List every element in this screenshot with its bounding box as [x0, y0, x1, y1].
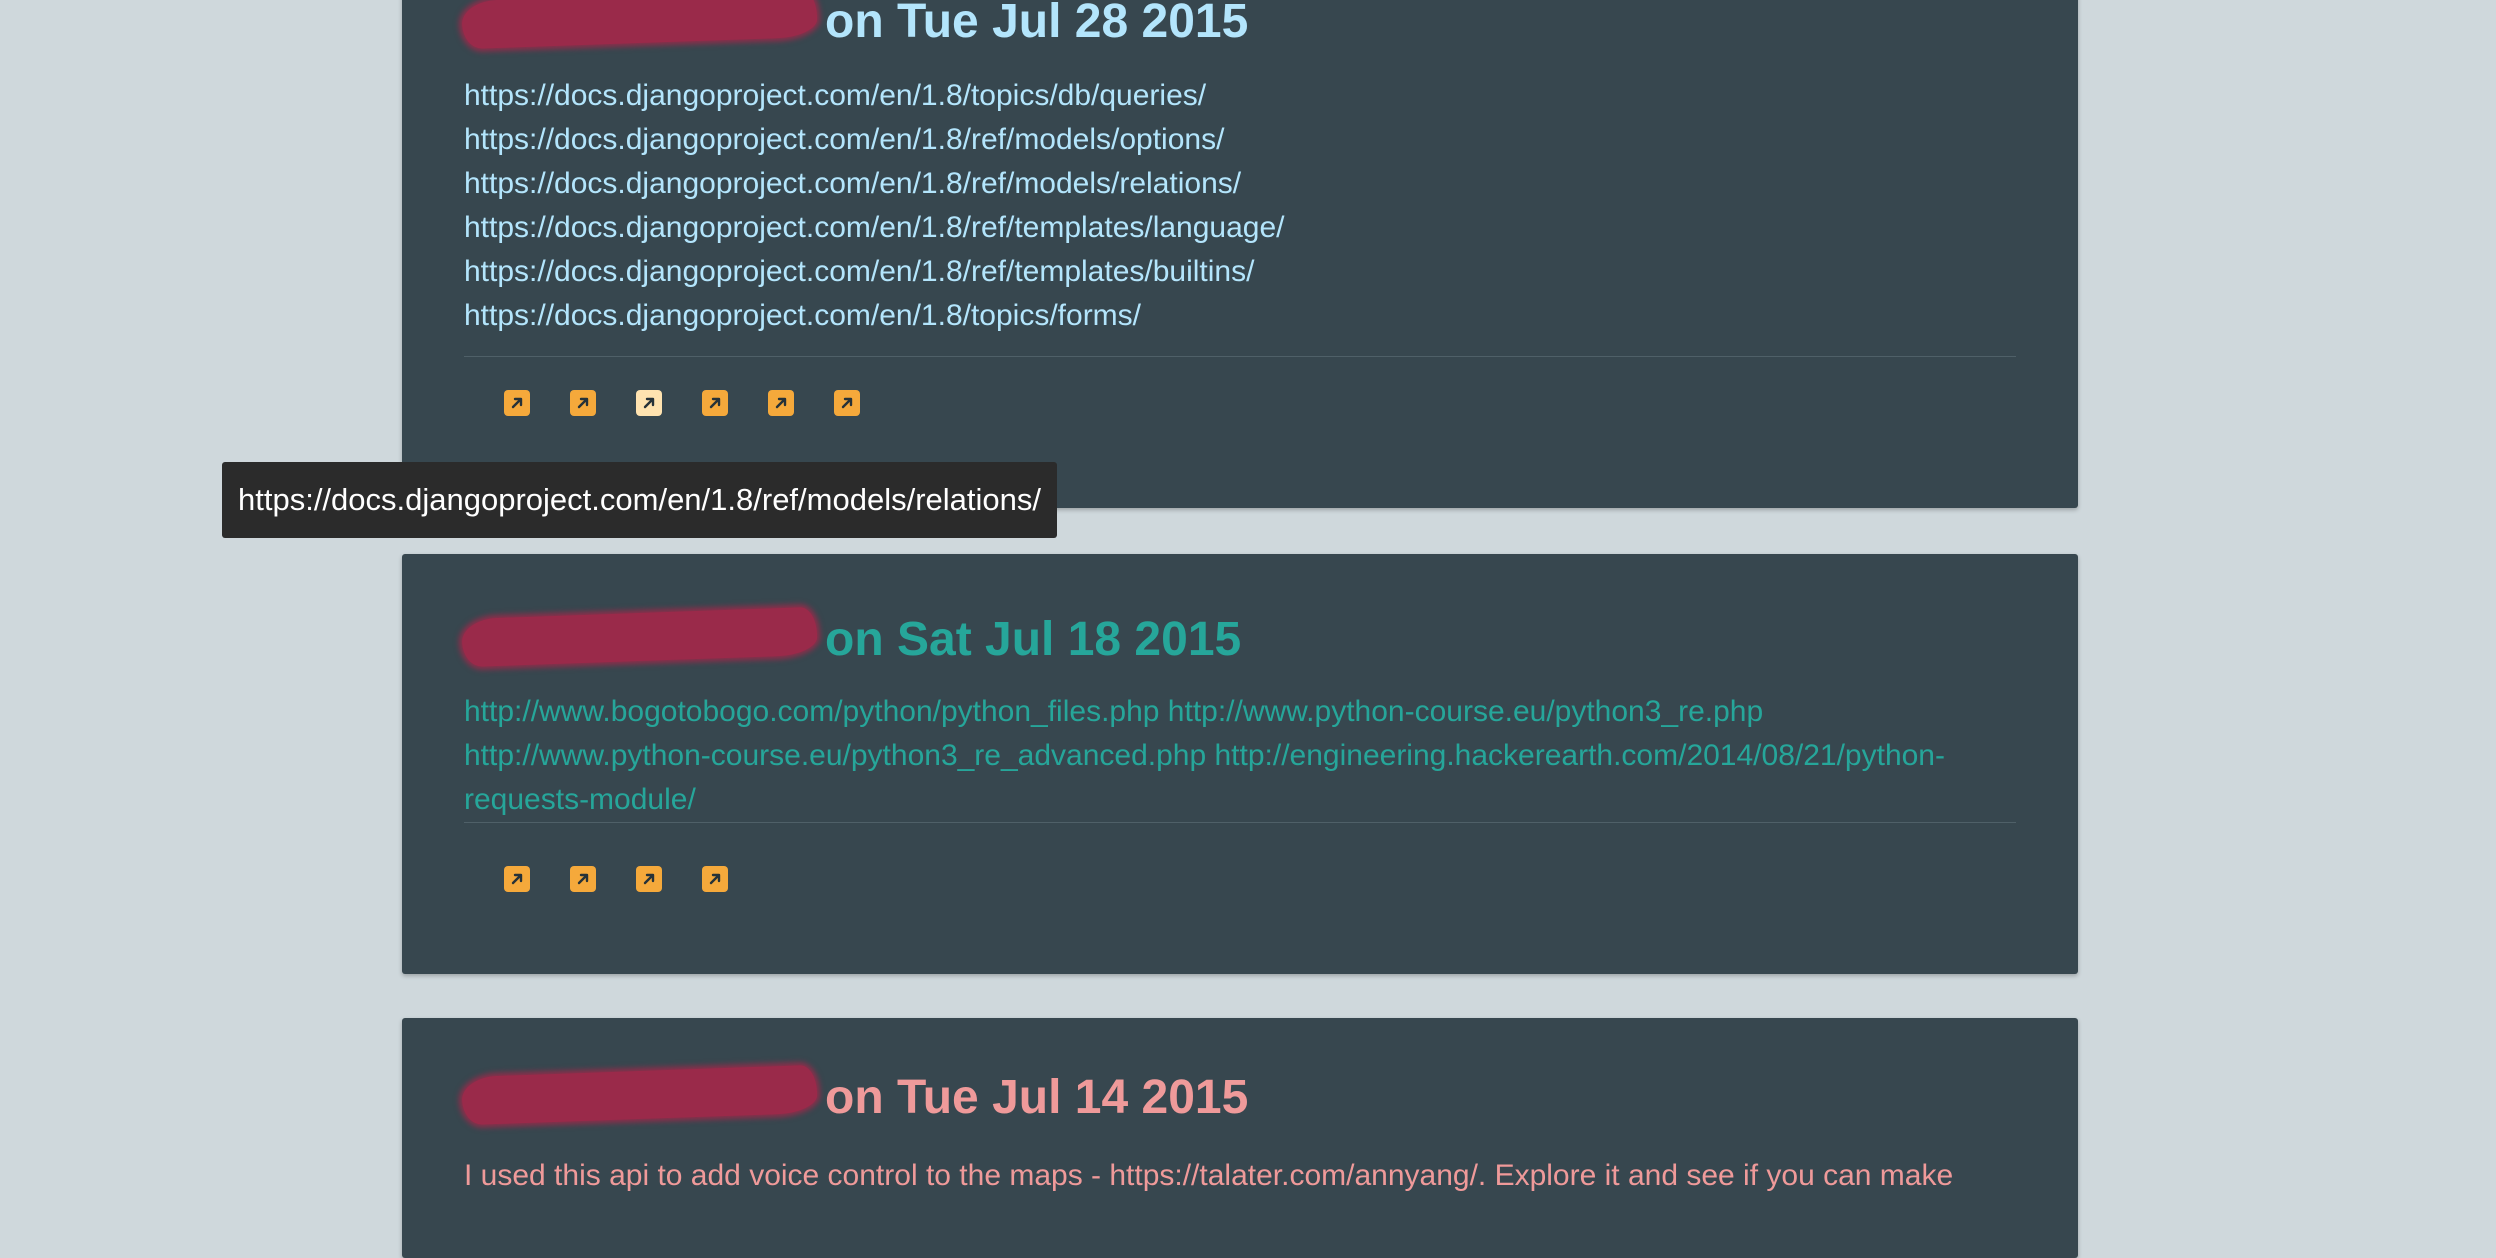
card-title: on Tue Jul 14 2015	[461, 1064, 1249, 1126]
external-link-icon[interactable]	[834, 390, 860, 416]
note-body-block: I used this api to add voice control to …	[464, 1154, 2014, 1198]
link-icon-row	[504, 866, 728, 892]
external-link-icon[interactable]	[702, 390, 728, 416]
external-link-icon[interactable]	[636, 866, 662, 892]
external-link-icon[interactable]	[570, 390, 596, 416]
redacted-author-name	[461, 606, 818, 668]
card-date: on Sat Jul 18 2015	[825, 613, 1242, 666]
link-list: https://docs.djangoproject.com/en/1.8/to…	[464, 74, 2014, 338]
external-link-icon[interactable]	[570, 866, 596, 892]
note-body: I used this api to add voice control to …	[464, 1159, 1954, 1192]
link-item[interactable]: https://docs.djangoproject.com/en/1.8/re…	[464, 162, 2014, 206]
link-item[interactable]: https://docs.djangoproject.com/en/1.8/re…	[464, 206, 2014, 250]
divider	[464, 356, 2016, 357]
note-body[interactable]: http://www.bogotobogo.com/python/python_…	[464, 695, 1945, 816]
link-item[interactable]: https://docs.djangoproject.com/en/1.8/re…	[464, 118, 2014, 162]
card-date: on Tue Jul 14 2015	[825, 1071, 1249, 1124]
external-link-icon[interactable]	[504, 390, 530, 416]
note-card-1: on Tue Jul 28 2015 https://docs.djangopr…	[402, 0, 2078, 508]
card-title: on Tue Jul 28 2015	[461, 0, 1249, 50]
link-item[interactable]: https://docs.djangoproject.com/en/1.8/to…	[464, 294, 2014, 338]
external-link-icon[interactable]	[768, 390, 794, 416]
note-card-3: on Tue Jul 14 2015 I used this api to ad…	[402, 1018, 2078, 1258]
link-text-block: http://www.bogotobogo.com/python/python_…	[464, 690, 2014, 822]
link-item[interactable]: https://docs.djangoproject.com/en/1.8/re…	[464, 250, 2014, 294]
redacted-author-name	[461, 0, 818, 50]
note-card-2: on Sat Jul 18 2015 http://www.bogotobogo…	[402, 554, 2078, 974]
link-tooltip: https://docs.djangoproject.com/en/1.8/re…	[222, 462, 1057, 538]
redacted-author-name	[461, 1064, 818, 1126]
external-link-icon[interactable]	[702, 866, 728, 892]
link-item[interactable]: https://docs.djangoproject.com/en/1.8/to…	[464, 74, 2014, 118]
card-date: on Tue Jul 28 2015	[825, 0, 1249, 48]
external-link-icon[interactable]	[636, 390, 662, 416]
external-link-icon[interactable]	[504, 866, 530, 892]
card-title: on Sat Jul 18 2015	[461, 606, 1242, 668]
link-icon-row	[504, 390, 860, 416]
divider	[464, 822, 2016, 823]
